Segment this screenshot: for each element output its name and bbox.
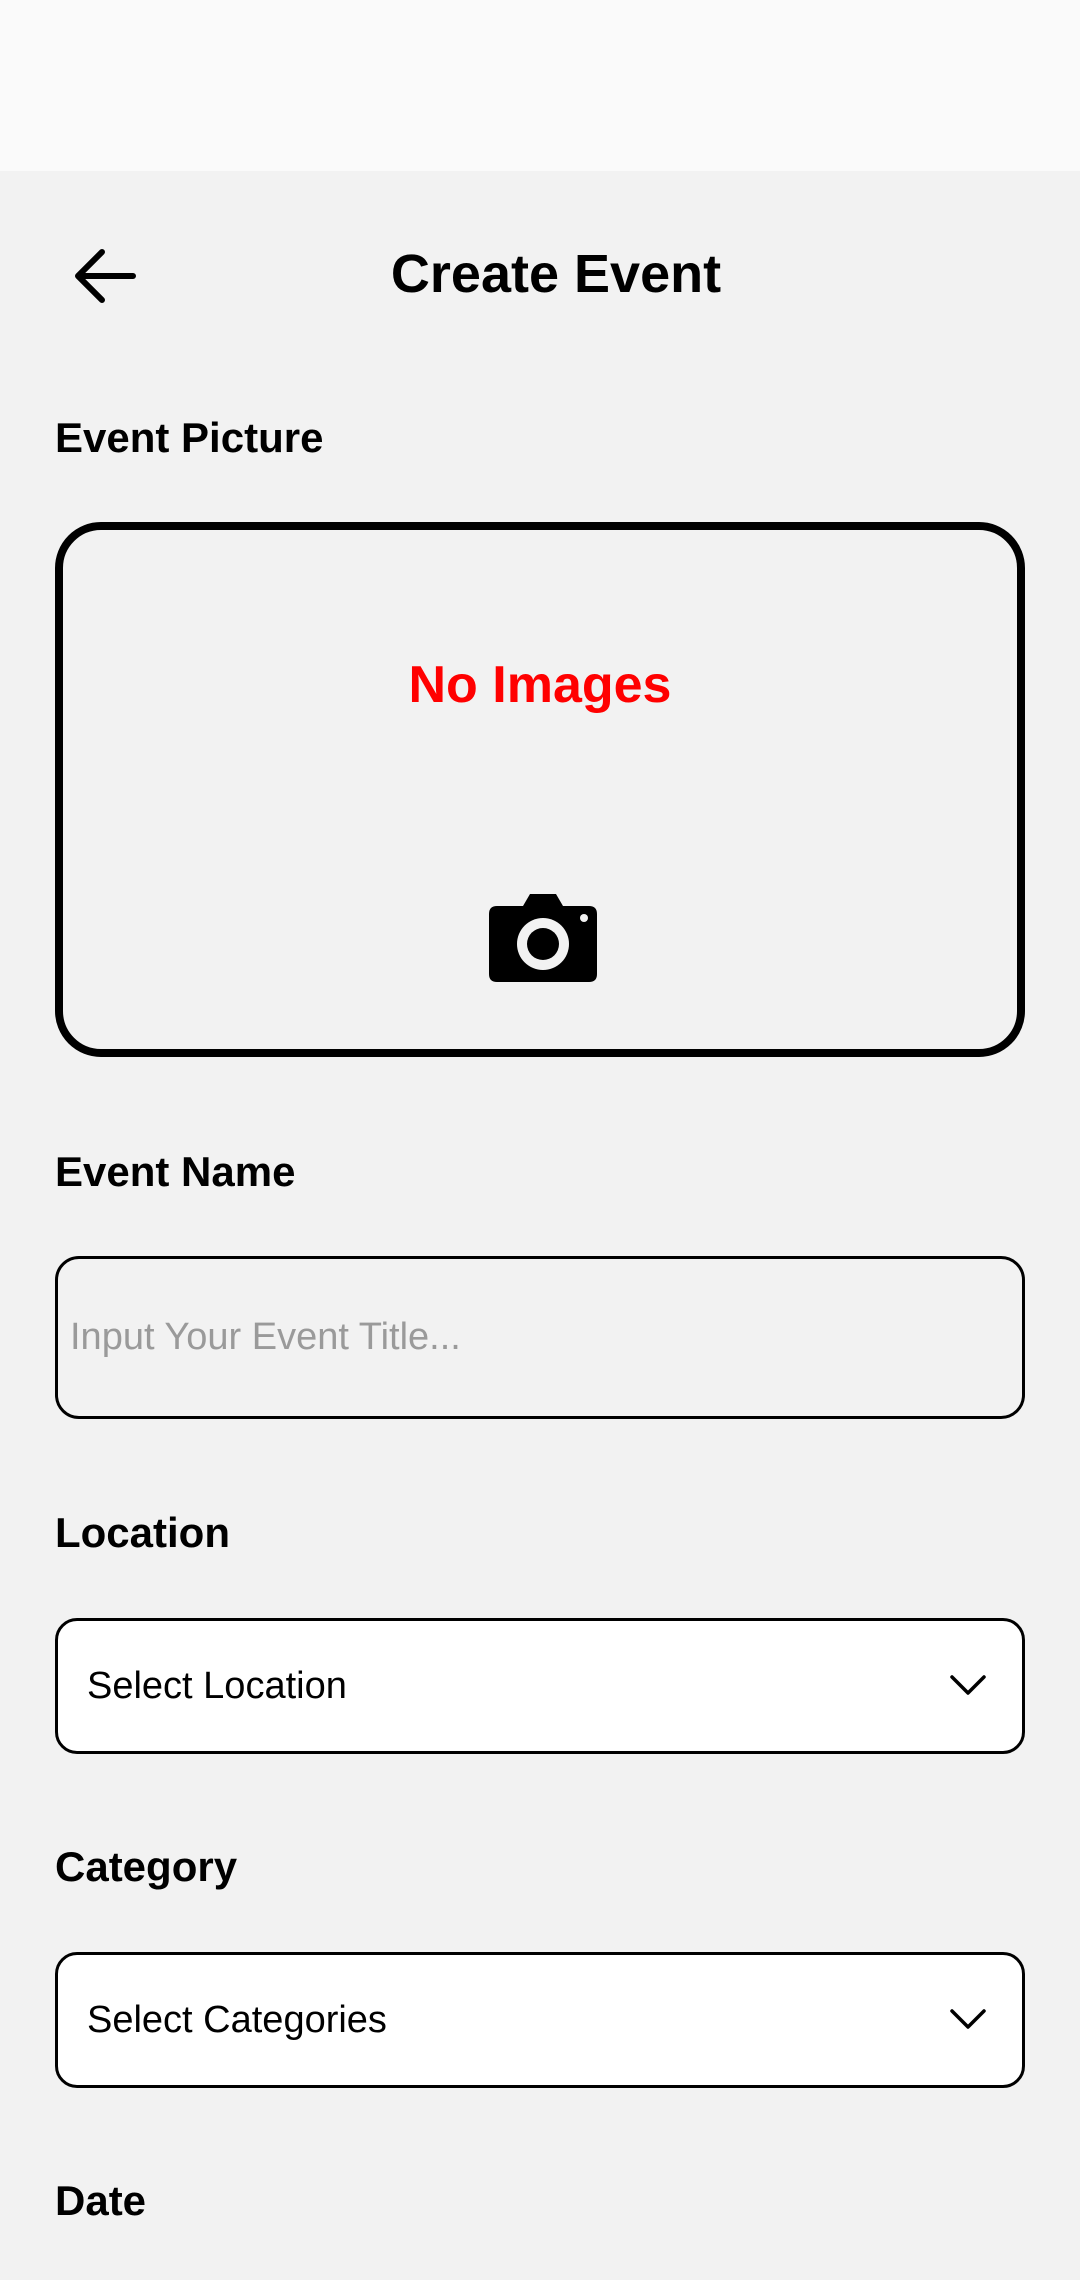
location-label: Location <box>55 1509 230 1556</box>
date-label: Date <box>55 2177 147 2224</box>
event-picture-picker[interactable]: No Images <box>55 522 1025 1057</box>
category-dropdown[interactable]: Select Categories <box>55 1952 1025 2088</box>
location-dropdown[interactable]: Select Location <box>55 1618 1025 1754</box>
category-label: Category <box>55 1843 238 1890</box>
chevron-down-icon <box>950 1675 986 1695</box>
app-bar: Create Event <box>0 171 1080 381</box>
event-name-label: Event Name <box>55 1148 296 1195</box>
chevron-down-icon <box>950 2009 986 2029</box>
category-selected-value: Select Categories <box>87 1999 387 2041</box>
event-name-input[interactable] <box>55 1256 1025 1419</box>
status-bar <box>0 0 1080 171</box>
no-images-text: No Images <box>408 656 672 714</box>
camera-icon[interactable] <box>487 892 599 984</box>
location-selected-value: Select Location <box>87 1665 347 1707</box>
page-title: Create Event <box>390 244 722 304</box>
event-picture-label: Event Picture <box>55 414 324 461</box>
